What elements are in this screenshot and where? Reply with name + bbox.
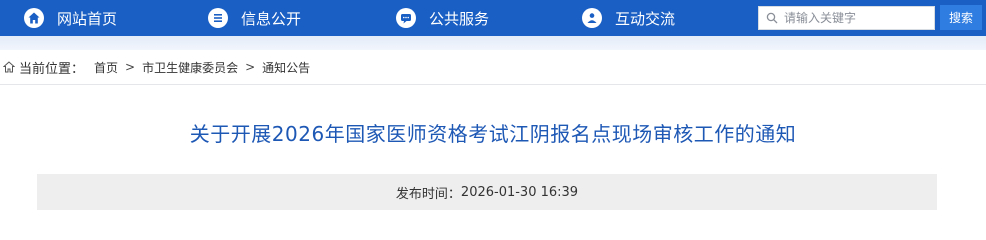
list-icon — [208, 8, 228, 28]
search-icon — [766, 12, 778, 24]
breadcrumb-link-home[interactable]: 首页 — [94, 59, 118, 76]
search-input[interactable] — [784, 11, 934, 25]
article-meta-bar: 发布时间： 2026-01-30 16:39 — [37, 174, 937, 210]
breadcrumb-separator: > — [125, 60, 136, 74]
nav-item-label: 互动交流 — [615, 9, 676, 28]
breadcrumb-separator: > — [245, 60, 256, 74]
chat-icon — [396, 8, 416, 28]
home-icon — [24, 8, 44, 28]
nav-item-public-service[interactable]: 公共服务 — [396, 0, 489, 36]
breadcrumb-link-health-commission[interactable]: 市卫生健康委员会 — [142, 59, 238, 76]
breadcrumb-home-icon — [3, 61, 15, 73]
nav-item-label: 网站首页 — [57, 9, 118, 28]
people-icon — [582, 8, 602, 28]
nav-item-label: 公共服务 — [429, 9, 490, 28]
article-title: 关于开展2026年国家医师资格考试江阴报名点现场审核工作的通知 — [189, 122, 797, 146]
nav-item-interaction[interactable]: 互动交流 — [582, 0, 675, 36]
publish-time-value: 2026-01-30 16:39 — [460, 184, 579, 200]
top-navigation-bar: 网站首页 信息公开 公共服务 互动交流 搜索 — [0, 0, 986, 36]
search-box — [758, 6, 935, 30]
breadcrumb-divider — [0, 84, 986, 85]
nav-item-info-disclosure[interactable]: 信息公开 — [208, 0, 301, 36]
breadcrumb: 当前位置： 首页 > 市卫生健康委员会 > 通知公告 — [0, 52, 986, 82]
header-band — [0, 36, 986, 50]
breadcrumb-prefix: 当前位置： — [19, 61, 85, 77]
nav-item-home[interactable]: 网站首页 — [24, 0, 117, 36]
publish-time-label: 发布时间： — [395, 186, 461, 202]
breadcrumb-link-notices[interactable]: 通知公告 — [262, 59, 310, 76]
nav-item-label: 信息公开 — [241, 9, 302, 28]
search-button[interactable]: 搜索 — [940, 5, 982, 30]
